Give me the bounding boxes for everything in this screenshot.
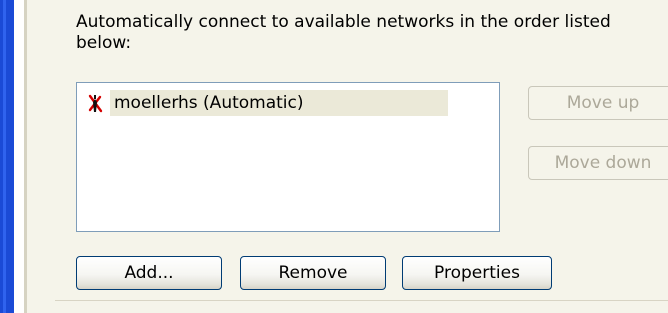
window-frame-edge [0,0,14,313]
list-item[interactable]: moellerhs (Automatic) [85,90,448,116]
wireless-network-icon [85,92,105,114]
instruction-text: Automatically connect to available netwo… [76,12,611,53]
network-name-label: moellerhs (Automatic) [110,90,448,116]
preferred-networks-list[interactable]: moellerhs (Automatic) [76,82,500,232]
add-button[interactable]: Add... [76,256,222,290]
move-up-button[interactable]: Move up [528,86,668,120]
move-down-button[interactable]: Move down [528,146,668,180]
properties-button[interactable]: Properties [402,256,552,290]
frame-gap [14,0,24,313]
remove-button[interactable]: Remove [240,256,386,290]
